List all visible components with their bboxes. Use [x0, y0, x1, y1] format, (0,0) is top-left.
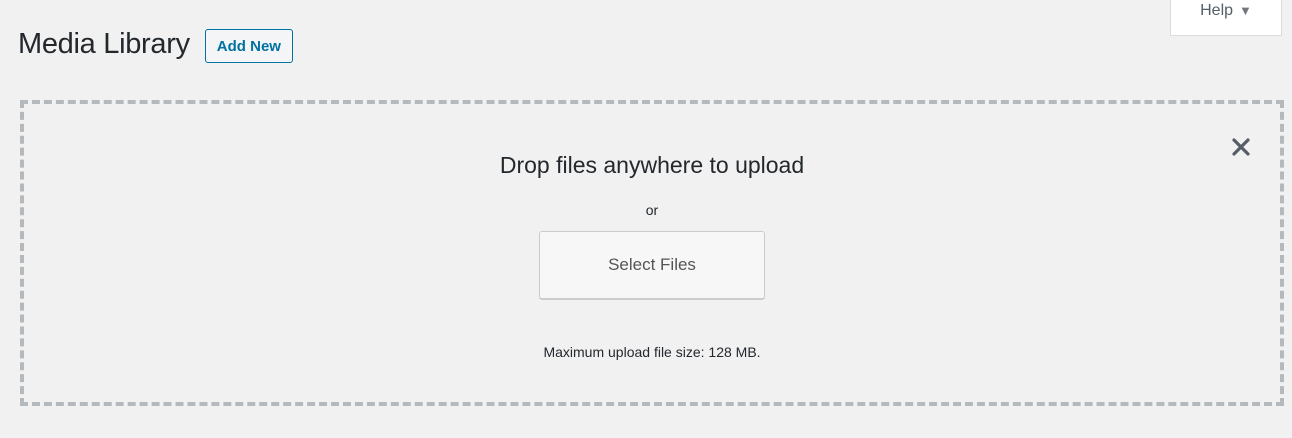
select-files-button[interactable]: Select Files	[539, 231, 765, 299]
page-header: Media Library Add New	[18, 27, 293, 63]
upload-drop-zone[interactable]: Drop files anywhere to upload or Select …	[20, 100, 1284, 406]
drop-files-heading: Drop files anywhere to upload	[499, 152, 805, 178]
add-new-button[interactable]: Add New	[204, 29, 293, 63]
page-title: Media Library	[18, 27, 190, 60]
max-upload-size-text: Maximum upload file size: 128 MB.	[543, 344, 761, 360]
triangle-down-icon: ▼	[1239, 3, 1252, 18]
help-label: Help	[1200, 1, 1234, 19]
or-separator-text: or	[645, 202, 659, 218]
help-tab-button[interactable]: Help ▼	[1170, 0, 1282, 36]
